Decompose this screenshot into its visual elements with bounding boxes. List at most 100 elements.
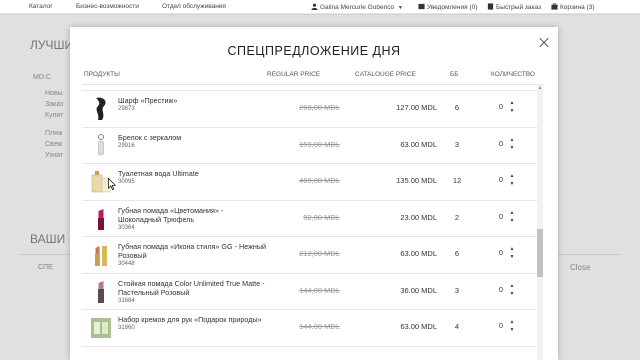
quantity-field[interactable]: 0	[495, 210, 507, 224]
increment-icon[interactable]: ▲	[509, 99, 515, 107]
decrement-icon[interactable]: ▼	[509, 253, 515, 261]
product-name-text: Туалетная вода Ultimate	[118, 169, 199, 178]
product-name: Брелок с зеркалом 29916	[118, 133, 268, 150]
increment-icon[interactable]: ▲	[509, 209, 515, 217]
regular-price: 212,00 MDL	[299, 249, 340, 258]
quantity-field[interactable]: 0	[495, 283, 507, 297]
catalogue-price: 127.00 MDL	[396, 103, 437, 112]
bb-points: 2	[454, 212, 460, 222]
table-row: Набор кремов для рук «Подарок природы» 31…	[82, 310, 537, 347]
nav-notifications[interactable]: Уведомления (0)	[418, 3, 477, 11]
product-code: 30364	[118, 224, 135, 231]
scroll-up-icon[interactable]: ▲	[537, 85, 543, 91]
lipstick-matte-icon	[98, 280, 104, 303]
product-code: 31684	[118, 297, 135, 304]
keychain-icon	[98, 133, 104, 155]
product-name: Стойкая помада Color Unlimited True Matt…	[118, 279, 268, 305]
scrollbar[interactable]: ▲	[537, 84, 543, 360]
product-code: 29916	[118, 142, 135, 149]
decrement-icon[interactable]: ▼	[509, 180, 515, 188]
scarf-icon	[96, 97, 106, 120]
nav-user[interactable]: Galina Mercurie Gubenco ▼	[311, 3, 403, 11]
increment-icon[interactable]: ▲	[509, 136, 515, 144]
cart-icon	[551, 3, 558, 10]
column-bb: ББ	[450, 71, 459, 78]
decrement-icon[interactable]: ▼	[509, 144, 515, 152]
quantity-stepper[interactable]: ▲ ▼	[509, 245, 515, 261]
catalogue-price: 63.00 MDL	[400, 139, 437, 149]
column-products: ПРОДУКТЫ	[84, 71, 120, 78]
chevron-down-icon: ▼	[397, 5, 403, 11]
quantity-stepper[interactable]: ▲ ▼	[509, 209, 515, 225]
nav-catalog[interactable]: Каталог	[29, 3, 53, 10]
product-name-text: Набор кремов для рук «Подарок природы»	[118, 315, 262, 324]
quantity-field[interactable]: 0	[495, 319, 507, 333]
product-name: Шарф «Престиж» 29873	[118, 96, 268, 113]
quantity-field[interactable]: 0	[495, 100, 507, 114]
product-name: Туалетная вода Ultimate 30095	[118, 169, 268, 186]
notifications-label: Уведомления (0)	[427, 4, 478, 11]
regular-price: 92,00 MDL	[303, 212, 340, 222]
increment-icon[interactable]: ▲	[509, 282, 515, 290]
catalogue-price: 135.00 MDL	[396, 176, 437, 185]
increment-icon[interactable]: ▲	[509, 318, 515, 326]
scrollbar-thumb[interactable]	[537, 229, 543, 277]
cart-label: Корзина (3)	[560, 4, 595, 11]
product-code: 29873	[118, 106, 135, 112]
partial-code: 31285	[118, 84, 135, 87]
table-row: Губная помада «Цветомания» - Шоколадный …	[82, 201, 537, 237]
product-code: 31860	[118, 325, 135, 331]
quantity-field[interactable]: 0	[495, 246, 507, 260]
increment-icon[interactable]: ▲	[509, 245, 515, 253]
user-icon	[311, 3, 318, 10]
product-name: Губная помада «Икона стиля» GG - Нежный …	[118, 242, 268, 268]
catalogue-price: 36.00 MDL	[400, 285, 437, 295]
decrement-icon[interactable]: ▼	[509, 107, 515, 115]
quantity-stepper[interactable]: ▲ ▼	[509, 318, 515, 334]
catalogue-price: 63.00 MDL	[400, 322, 437, 331]
increment-icon[interactable]: ▲	[509, 172, 515, 180]
product-name: Набор кремов для рук «Подарок природы» 31…	[118, 315, 268, 332]
product-name-text: Стойкая помада Color Unlimited True Matt…	[118, 278, 265, 297]
bb-points: 12	[452, 176, 462, 185]
product-name-text: Брелок с зеркалом	[118, 132, 182, 142]
bb-points: 3	[454, 139, 460, 149]
quantity-field[interactable]: 0	[495, 137, 507, 151]
quantity-field[interactable]: 0	[495, 173, 507, 187]
special-offer-modal: СПЕЦПРЕДЛОЖЕНИЕ ДНЯ ПРОДУКТЫ REGULAR PRI…	[70, 27, 558, 360]
handcream-set-icon	[91, 318, 111, 338]
quantity-stepper[interactable]: ▲ ▼	[509, 136, 515, 152]
column-quantity: КОЛИЧЕСТВО	[491, 71, 535, 78]
lipstick-gold-icon	[95, 246, 107, 266]
nav-service[interactable]: Отдел обслуживания	[162, 3, 226, 10]
decrement-icon[interactable]: ▼	[509, 326, 515, 334]
table-row: Губная помада «Икона стиля» GG - Нежный …	[82, 237, 537, 274]
nav-quick-order[interactable]: Быстрый заказ	[487, 3, 541, 11]
product-code: 30448	[118, 261, 135, 267]
product-list[interactable]: 31285 Шарф «Престиж» 29873 260,00 MDL 127…	[82, 84, 537, 360]
top-navigation: Каталог Бизнес-возможности Отдел обслужи…	[0, 0, 640, 14]
lipstick-icon	[98, 208, 104, 230]
table-header: ПРОДУКТЫ REGULAR PRICE CATALOUGE PRICE Б…	[70, 71, 558, 85]
column-catalogue-price: CATALOUGE PRICE	[355, 71, 416, 78]
quantity-stepper[interactable]: ▲ ▼	[509, 99, 515, 115]
catalogue-price: 23.00 MDL	[400, 212, 437, 222]
bb-points: 6	[454, 103, 460, 112]
quantity-stepper[interactable]: ▲ ▼	[509, 172, 515, 188]
user-name: Galina Mercurie Gubenco	[320, 4, 395, 11]
nav-business[interactable]: Бизнес-возможности	[76, 3, 139, 10]
close-icon[interactable]	[538, 37, 550, 49]
product-name-text: Губная помада «Икона стиля» GG - Нежный …	[118, 242, 267, 260]
bb-points: 3	[454, 285, 460, 295]
nav-cart[interactable]: Корзина (3)	[551, 3, 595, 11]
regular-price: 460,00 MDL	[299, 176, 340, 185]
decrement-icon[interactable]: ▼	[509, 217, 515, 225]
quantity-stepper[interactable]: ▲ ▼	[509, 282, 515, 298]
quick-order-label: Быстрый заказ	[496, 4, 541, 11]
decrement-icon[interactable]: ▼	[509, 290, 515, 298]
column-regular-price: REGULAR PRICE	[267, 71, 321, 78]
notifications-icon	[418, 3, 425, 10]
product-name-text: Шарф «Престиж»	[118, 96, 178, 105]
regular-price: 144,00 MDL	[299, 322, 340, 331]
table-row: Шарф «Престиж» 29873 260,00 MDL 127.00 MD…	[82, 91, 537, 128]
